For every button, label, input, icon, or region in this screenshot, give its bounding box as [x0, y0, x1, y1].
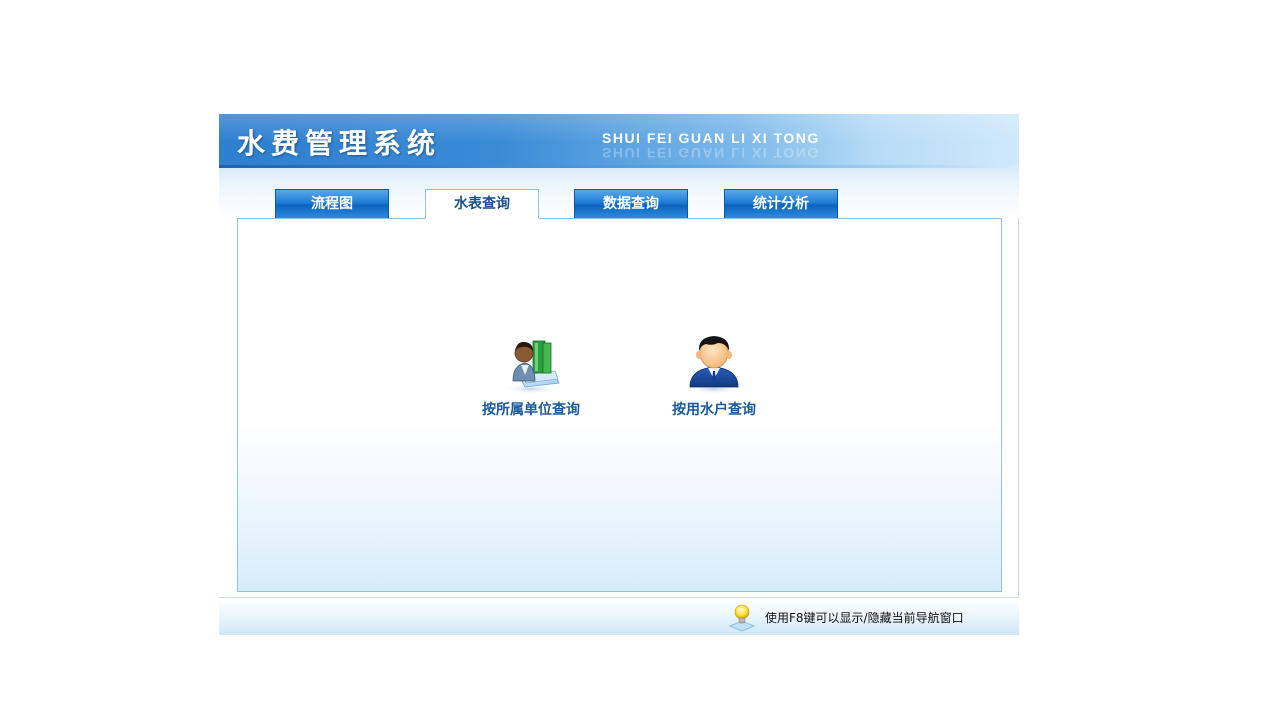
app-title: 水费管理系统 — [237, 127, 442, 160]
query-by-unit-label: 按所属单位查询 — [482, 402, 580, 418]
content-panel: 按所属单位查询 按用水户查询 — [237, 218, 1002, 592]
user-icon — [682, 329, 746, 395]
app-window: 水费管理系统 SHUI FEI GUAN LI XI TONG SHUI FEI… — [219, 114, 1019, 635]
tab-statistics[interactable]: 统计分析 — [724, 189, 838, 218]
query-by-unit-button[interactable]: 按所属单位查询 — [475, 329, 587, 419]
status-bar: 使用F8键可以显示/隐藏当前导航窗口 — [219, 597, 1019, 635]
app-subtitle: SHUI FEI GUAN LI XI TONG — [602, 130, 820, 146]
tab-flowchart[interactable]: 流程图 — [275, 189, 389, 218]
tab-data-query[interactable]: 数据查询 — [574, 189, 688, 218]
user-with-books-icon — [499, 329, 563, 395]
lightbulb-icon — [727, 602, 757, 632]
query-by-user-label: 按用水户查询 — [672, 402, 756, 418]
f8-hint-text: 使用F8键可以显示/隐藏当前导航窗口 — [765, 611, 964, 625]
app-header: 水费管理系统 SHUI FEI GUAN LI XI TONG SHUI FEI… — [219, 114, 1019, 168]
tab-meter-query[interactable]: 水表查询 — [425, 189, 539, 219]
query-by-user-button[interactable]: 按用水户查询 — [664, 329, 764, 419]
app-subtitle-reflection: SHUI FEI GUAN LI XI TONG — [602, 145, 820, 161]
